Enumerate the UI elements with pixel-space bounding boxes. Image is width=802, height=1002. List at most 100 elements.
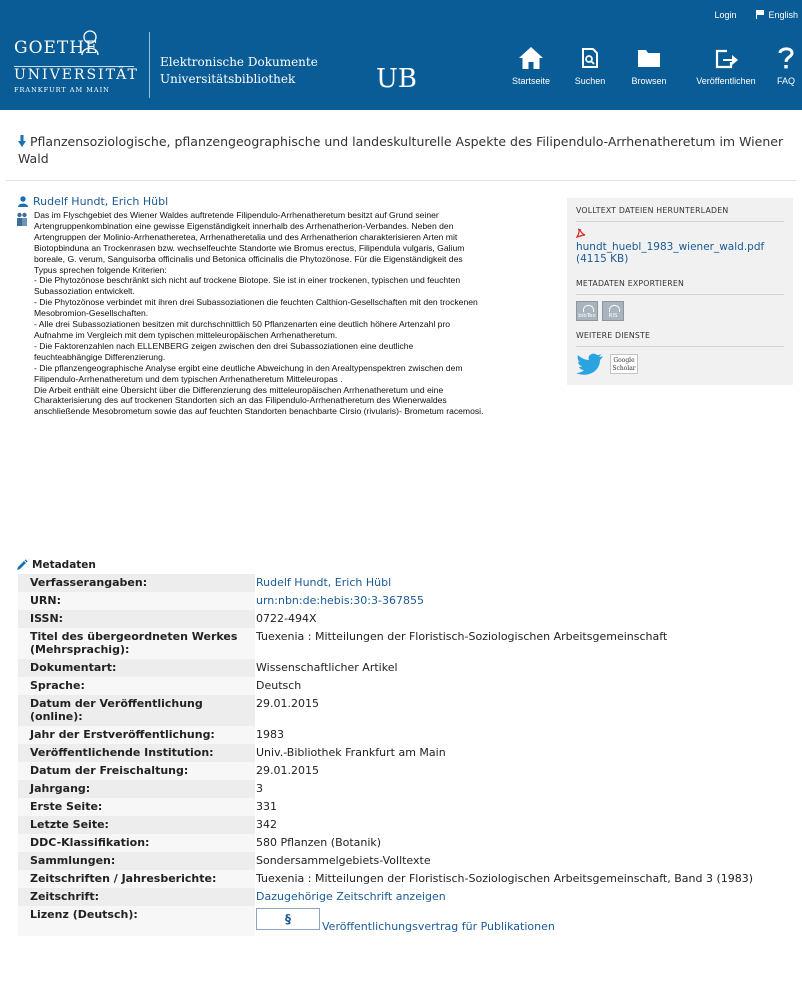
metadata-label: Sprache: (30, 679, 85, 692)
google-scholar-button[interactable]: Google Scholar (610, 354, 638, 374)
metadata-value: Wissenschaftlicher Artikel (255, 659, 796, 677)
metadata-heading-text: Metadaten (32, 559, 96, 571)
abstract-paragraph: - Die Faktorenzahlen nach ELLENBERG zeig… (34, 340, 414, 362)
metadata-row: Erste Seite: 331 (18, 798, 796, 816)
authors-link[interactable]: Rudelf Hundt, Erich Hübl (33, 195, 168, 208)
license-value: §Veröffentlichungsvertrag für Publikatio… (255, 906, 796, 936)
sidebar: VOLLTEXT DATEIEN HERUNTERLADEN hundt_hue… (567, 198, 793, 385)
export-bibtex-button[interactable]: bibTex (576, 301, 598, 321)
home-icon (519, 47, 543, 69)
title-divider (6, 180, 796, 181)
license-symbol-button[interactable]: § (256, 908, 320, 930)
twitter-icon[interactable] (576, 353, 604, 375)
nav-label-startseite: Startseite (511, 76, 551, 86)
metadata-label: ISSN: (30, 612, 64, 625)
metadata-row: Zeitschrift: Dazugehörige Zeitschrift anz… (18, 888, 796, 906)
metadata-label: Verfasserangaben: (30, 576, 148, 589)
metadata-value: 342 (255, 816, 796, 834)
document-title: Pflanzensoziologische, pflanzengeographi… (18, 134, 784, 166)
language-label: English (768, 10, 798, 20)
metadata-label: Dokumentart: (30, 661, 117, 674)
metadata-label: Jahr der Erstveröffentlichung: (30, 728, 215, 741)
metadata-row-license: Lizenz (Deutsch): §Veröffentlichungsvertr… (18, 906, 796, 936)
library-name: Elektronische Dokumente Universitätsbibl… (160, 54, 318, 88)
nav-startseite[interactable]: Startseite (507, 46, 555, 102)
page-title: Pflanzensoziologische, pflanzengeographi… (18, 133, 796, 167)
nav-label-suchen: Suchen (574, 76, 606, 86)
logo-universitaet: UNIVERSITÄT (14, 67, 139, 83)
library-line2: Universitätsbibliothek (160, 72, 296, 86)
logo-city: FRANKFURT AM MAIN (14, 86, 110, 94)
pdf-filename: hundt_huebl_1983_wiener_wald.pdf (576, 241, 765, 253)
metadata-row: Dokumentart: Wissenschaftlicher Artikel (18, 659, 796, 677)
metadata-label: Erste Seite: (30, 800, 103, 813)
metadata-label: DDC-Klassifikation: (30, 836, 150, 849)
metadata-label: URN: (30, 594, 62, 607)
abstract-paragraph: - Die pflanzengeographische Analyse ergi… (34, 362, 463, 384)
abstract-paragraph: - Alle drei Subassoziationen besitzen mi… (34, 319, 451, 340)
metadata-row: ISSN: 0722-494X (18, 610, 796, 628)
export-section: METADATEN EXPORTIEREN bibTex RIS (576, 279, 784, 321)
metadata-row: Zeitschriften / Jahresberichte: Tuexenia … (18, 870, 796, 888)
metadata-row: Verfasserangaben: Rudelf Hundt, Erich Hüb… (18, 574, 796, 592)
metadata-value: Univ.-Bibliothek Frankfurt am Main (255, 744, 796, 762)
flag-icon (756, 10, 765, 19)
login-link[interactable]: Login (714, 10, 736, 20)
nav-browsen[interactable]: Browsen (624, 46, 674, 102)
metadata-value: Tuexenia : Mitteilungen der Floristisch-… (255, 870, 796, 888)
abstract-people-icon (17, 212, 27, 226)
metadata-row: Datum der Veröffentlichung (online): 29.0… (18, 695, 796, 726)
nav-veroeffentlichen[interactable]: Veröffentlichen (690, 46, 762, 102)
library-line1: Elektronische Dokumente (160, 55, 318, 69)
nav-label-faq: FAQ (776, 76, 795, 86)
metadata-table: Verfasserangaben: Rudelf Hundt, Erich Hüb… (18, 574, 796, 936)
export-buttons: bibTex RIS (576, 301, 784, 321)
logo-goethe: GOETHE (14, 38, 99, 58)
metadata-value: 580 Pflanzen (Botanik) (255, 834, 796, 852)
metadata-row: DDC-Klassifikation: 580 Pflanzen (Botanik… (18, 834, 796, 852)
goethe-portrait-icon (81, 30, 99, 56)
folder-icon (638, 50, 660, 67)
header-separator (149, 32, 150, 98)
metadata-row: Datum der Freischaltung: 29.01.2015 (18, 762, 796, 780)
metadata-value-link[interactable]: Dazugehörige Zeitschrift anzeigen (255, 888, 796, 906)
university-logo[interactable]: GOETHE (14, 38, 138, 58)
metadata-row: URN: urn:nbn:de:hebis:30:3-367855 (18, 592, 796, 610)
license-link[interactable]: Veröffentlichungsvertrag für Publikation… (322, 920, 555, 933)
nav-label-browsen: Browsen (631, 76, 667, 86)
metadata-value: 1983 (255, 726, 796, 744)
metadata-value: 0722-494X (255, 610, 796, 628)
metadata-value-link[interactable]: urn:nbn:de:hebis:30:3-367855 (255, 592, 796, 610)
pdf-filesize: (4115 KB) (576, 253, 629, 265)
metadata-label: Datum der Freischaltung: (30, 764, 189, 777)
pdf-icon[interactable] (576, 228, 586, 239)
abstract-paragraph: - Die Phytozönose beschränkt sich nicht … (34, 275, 461, 297)
publish-icon (715, 49, 738, 69)
services-section: WEITERE DIENSTE Google Scholar (576, 331, 784, 375)
abstract-text: Das im Flyschgebiet des Wiener Waldes au… (34, 210, 484, 417)
services-heading: WEITERE DIENSTE (576, 331, 784, 347)
export-ris-button[interactable]: RIS (602, 301, 624, 321)
language-link[interactable]: English (756, 10, 798, 20)
metadata-row: Titel des übergeordneten Werkes (Mehrspr… (18, 628, 796, 659)
nav-faq[interactable]: FAQ (772, 46, 800, 102)
nav-label-veroeffentlichen: Veröffentlichen (696, 76, 756, 86)
metadata-label: Lizenz (Deutsch): (30, 908, 138, 921)
metadata-value-link[interactable]: Rudelf Hundt, Erich Hübl (255, 574, 796, 592)
metadata-row: Jahr der Erstveröffentlichung: 1983 (18, 726, 796, 744)
abstract-paragraph: Die Arbeit enthält eine Übersicht über d… (34, 384, 484, 417)
scholar-line2: Scholar (612, 365, 636, 372)
metadata-value: 29.01.2015 (255, 695, 796, 726)
abstract-paragraph: Das im Flyschgebiet des Wiener Waldes au… (34, 210, 465, 275)
pdf-download-link[interactable]: hundt_huebl_1983_wiener_wald.pdf (4115 K… (576, 241, 784, 265)
metadata-label: Jahrgang: (30, 782, 91, 795)
nav-suchen[interactable]: Suchen (570, 46, 610, 102)
metadata-label: Titel des übergeordneten Werkes (Mehrspr… (30, 630, 238, 656)
metadata-value: 29.01.2015 (255, 762, 796, 780)
metadata-row: Veröffentlichende Institution: Univ.-Bibl… (18, 744, 796, 762)
scholar-line1: Google (613, 357, 635, 364)
metadata-label: Zeitschrift: (30, 890, 100, 903)
metadata-row: Sammlungen: Sondersammelgebiets-Volltexte (18, 852, 796, 870)
metadata-value: 3 (255, 780, 796, 798)
metadata-value: Deutsch (255, 677, 796, 695)
